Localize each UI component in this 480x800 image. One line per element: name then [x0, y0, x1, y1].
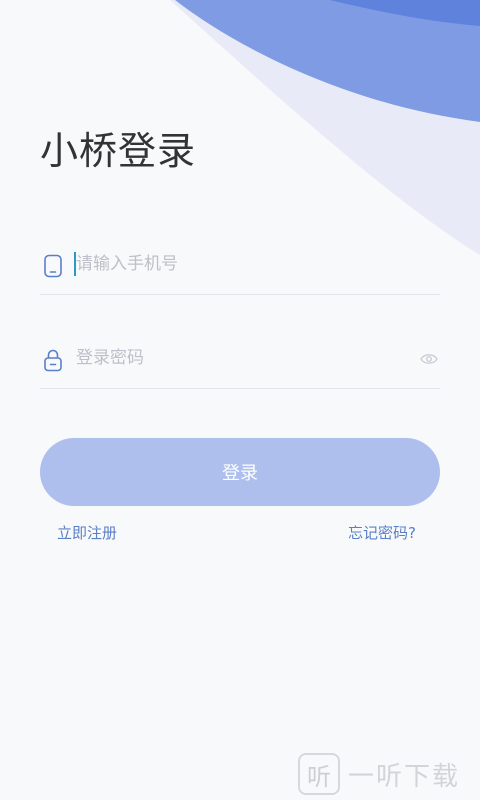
password-input[interactable] — [76, 340, 406, 376]
phone-input[interactable] — [76, 246, 406, 282]
phone-field[interactable] — [40, 236, 440, 295]
watermark: 听 一听下载 — [297, 753, 460, 795]
eye-icon[interactable] — [420, 352, 438, 366]
page-title: 小桥登录 — [40, 129, 197, 173]
watermark-text: 一听下载 — [347, 761, 460, 792]
login-button[interactable]: 登录 — [40, 438, 440, 506]
password-field[interactable] — [40, 330, 440, 389]
lock-icon — [44, 349, 62, 372]
phone-icon — [44, 254, 62, 278]
watermark-logo-icon: 听 — [297, 753, 340, 795]
register-link[interactable]: 立即注册 — [57, 522, 117, 543]
forgot-password-link[interactable]: 忘记密码? — [348, 522, 416, 543]
